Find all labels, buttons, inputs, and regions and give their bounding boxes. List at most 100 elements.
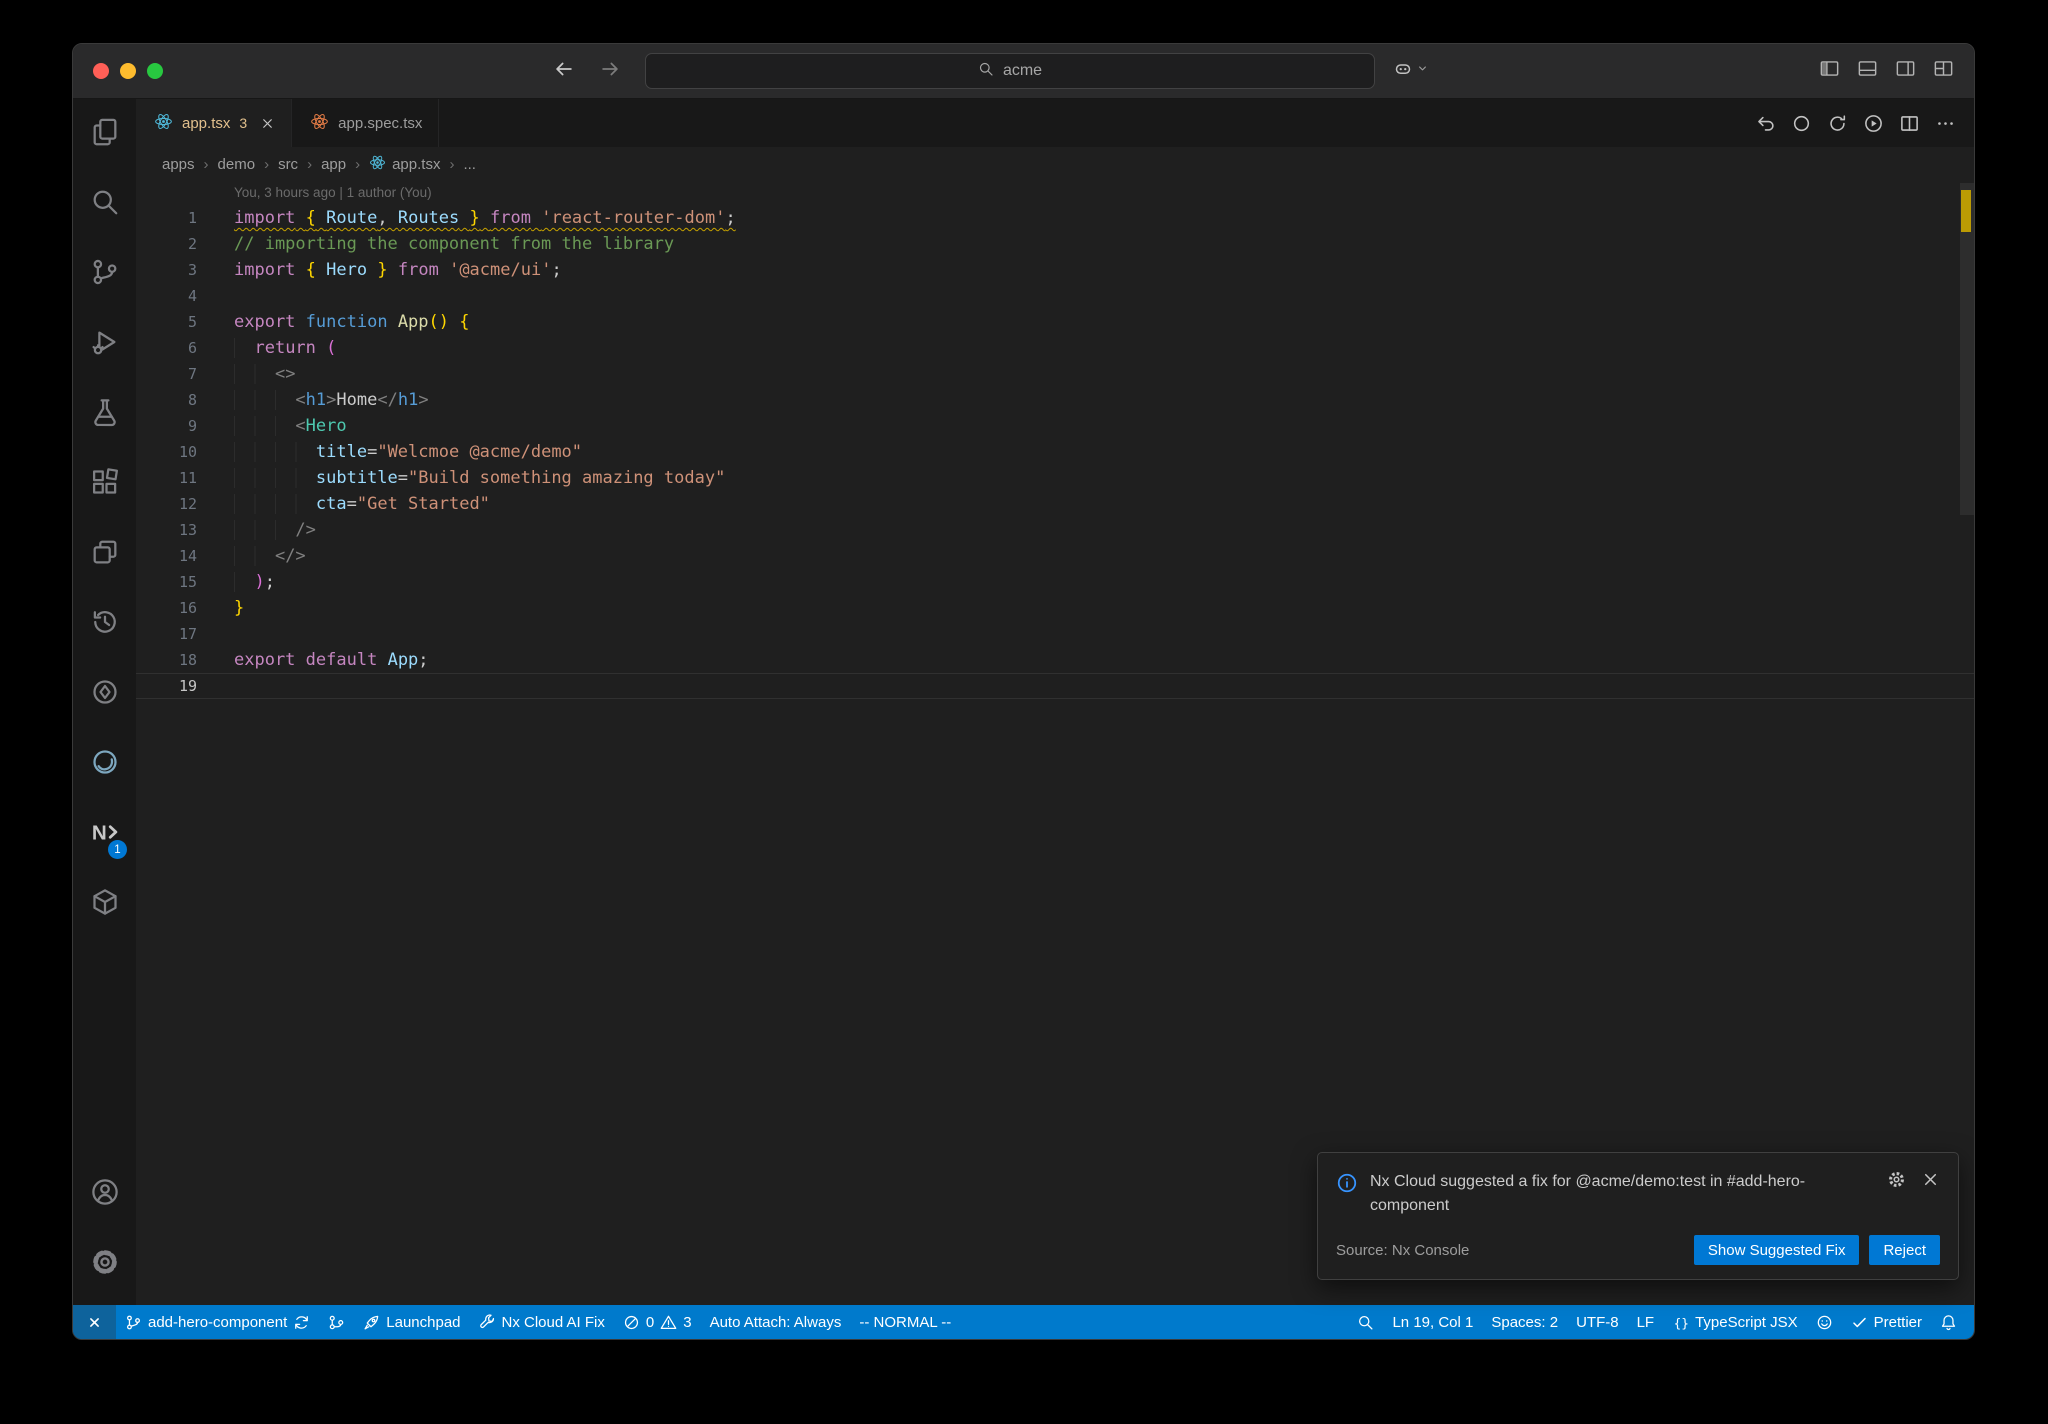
toggle-panel-icon[interactable]: [1857, 58, 1878, 84]
code-line-4[interactable]: 4: [136, 283, 1974, 309]
more-actions-icon[interactable]: [1935, 113, 1956, 134]
code-line-11[interactable]: 11 subtitle="Build something amazing tod…: [136, 465, 1974, 491]
toggle-sidebar-right-icon[interactable]: [1895, 58, 1916, 84]
line-number[interactable]: 8: [136, 387, 197, 413]
close-tab-icon[interactable]: [260, 116, 275, 131]
line-number[interactable]: 19: [136, 673, 197, 699]
activity-bar-package-explorer[interactable]: [73, 869, 136, 939]
line-number[interactable]: 9: [136, 413, 197, 439]
status-nx-cloud-ai-fix[interactable]: Nx Cloud AI Fix: [470, 1305, 614, 1339]
line-number[interactable]: 5: [136, 309, 197, 335]
status-eol[interactable]: LF: [1628, 1305, 1664, 1339]
code-line-14[interactable]: 14 </>: [136, 543, 1974, 569]
status-vim-mode[interactable]: -- NORMAL --: [850, 1305, 960, 1339]
status-feedback[interactable]: [1807, 1305, 1842, 1339]
activity-bar-extensions[interactable]: [73, 449, 136, 519]
breadcrumb-file[interactable]: app.tsx: [369, 154, 440, 175]
command-center-search[interactable]: acme: [645, 53, 1375, 89]
status-problems[interactable]: 03: [614, 1305, 701, 1339]
breadcrumb-symbol-tail[interactable]: ...: [463, 156, 476, 173]
line-number[interactable]: 10: [136, 439, 197, 465]
code-line-3[interactable]: 3 import { Hero } from '@acme/ui';: [136, 257, 1974, 283]
code-line-16[interactable]: 16}: [136, 595, 1974, 621]
activity-bar-settings[interactable]: [73, 1229, 136, 1299]
editor[interactable]: You, 3 hours ago | 1 author (You) 1 impor…: [136, 181, 1974, 1305]
line-number[interactable]: 11: [136, 465, 197, 491]
line-number[interactable]: 17: [136, 621, 197, 647]
circle-outline-icon[interactable]: [1791, 113, 1812, 134]
customize-layout-icon[interactable]: [1933, 58, 1954, 84]
activity-bar-edge-devtools[interactable]: [73, 729, 136, 799]
line-number[interactable]: 4: [136, 283, 197, 309]
tab-app.spec.tsx[interactable]: app.spec.tsx: [292, 99, 440, 147]
status-encoding[interactable]: UTF-8: [1567, 1305, 1628, 1339]
breadcrumb-item[interactable]: src: [278, 156, 298, 173]
code-line-9[interactable]: 9 <Hero: [136, 413, 1974, 439]
code-line-10[interactable]: 10 title="Welcmoe @acme/demo": [136, 439, 1974, 465]
line-number[interactable]: 16: [136, 595, 197, 621]
scrollbar-slider[interactable]: [1960, 183, 1974, 515]
split-editor-icon[interactable]: [1899, 113, 1920, 134]
rerun-icon[interactable]: [1827, 113, 1848, 134]
code-line-18[interactable]: 18 export default App;: [136, 647, 1974, 673]
zoom-window-button[interactable]: [147, 63, 163, 79]
status-git-branch[interactable]: add-hero-component: [116, 1305, 319, 1339]
navigate-back-icon[interactable]: [553, 58, 575, 85]
status-language-mode[interactable]: {} TypeScript JSX: [1663, 1305, 1807, 1339]
code-line-7[interactable]: 7 <>: [136, 361, 1974, 387]
line-number[interactable]: 6: [136, 335, 197, 361]
activity-bar-explorer[interactable]: [73, 99, 136, 169]
line-number[interactable]: 14: [136, 543, 197, 569]
status-cursor-position[interactable]: Ln 19, Col 1: [1383, 1305, 1482, 1339]
code-line-13[interactable]: 13 />: [136, 517, 1974, 543]
tab-app.tsx[interactable]: app.tsx 3: [136, 99, 293, 147]
activity-bar-search[interactable]: [73, 169, 136, 239]
minimize-window-button[interactable]: [120, 63, 136, 79]
activity-bar-history[interactable]: [73, 589, 136, 659]
code-line-2[interactable]: 2 // importing the component from the lib…: [136, 231, 1974, 257]
line-number[interactable]: 1: [136, 205, 197, 231]
status-auto-attach[interactable]: Auto Attach: Always: [701, 1305, 851, 1339]
line-number[interactable]: 13: [136, 517, 197, 543]
status-zoom[interactable]: [1348, 1305, 1383, 1339]
activity-bar-run-debug[interactable]: [73, 309, 136, 379]
line-number[interactable]: 2: [136, 231, 197, 257]
close-window-button[interactable]: [93, 63, 109, 79]
breadcrumb-item[interactable]: apps: [162, 156, 195, 173]
status-commit-graph[interactable]: [319, 1305, 354, 1339]
breadcrumb-item[interactable]: demo: [218, 156, 256, 173]
code-line-17[interactable]: 17: [136, 621, 1974, 647]
toggle-sidebar-left-icon[interactable]: [1819, 58, 1840, 84]
code-line-5[interactable]: 5 export function App() {: [136, 309, 1974, 335]
line-number[interactable]: 15: [136, 569, 197, 595]
line-number[interactable]: 18: [136, 647, 197, 673]
notification-close-icon[interactable]: [1921, 1170, 1940, 1189]
status-remote-indicator[interactable]: [73, 1305, 116, 1339]
show-suggested-fix-button[interactable]: Show Suggested Fix: [1693, 1235, 1860, 1265]
code-line-6[interactable]: 6 return (: [136, 335, 1974, 361]
activity-bar-accounts[interactable]: [73, 1159, 136, 1229]
navigate-forward-icon[interactable]: [599, 58, 621, 85]
activity-bar-source-control[interactable]: [73, 239, 136, 309]
code-line-12[interactable]: 12 cta="Get Started": [136, 491, 1974, 517]
notification-settings-gear-icon[interactable]: [1887, 1170, 1906, 1189]
status-launchpad[interactable]: Launchpad: [354, 1305, 469, 1339]
code-line-19[interactable]: 19: [136, 673, 1974, 699]
activity-bar-testing[interactable]: [73, 379, 136, 449]
code-line-8[interactable]: 8 <h1>Home</h1>: [136, 387, 1974, 413]
copilot-menu[interactable]: [1393, 59, 1429, 84]
activity-bar-nx-console[interactable]: N1: [73, 799, 136, 869]
status-prettier[interactable]: Prettier: [1842, 1305, 1931, 1339]
status-indentation[interactable]: Spaces: 2: [1482, 1305, 1567, 1339]
reject-button[interactable]: Reject: [1869, 1235, 1940, 1265]
discard-icon[interactable]: [1755, 113, 1776, 134]
activity-bar-remote-explorer[interactable]: [73, 519, 136, 589]
line-number[interactable]: 7: [136, 361, 197, 387]
breadcrumb-item[interactable]: app: [321, 156, 346, 173]
play-circle-icon[interactable]: [1863, 113, 1884, 134]
line-number[interactable]: 12: [136, 491, 197, 517]
code-line-1[interactable]: 1 import { Route, Routes } from 'react-ro…: [136, 205, 1974, 231]
line-number[interactable]: 3: [136, 257, 197, 283]
status-notifications-bell[interactable]: [1931, 1305, 1966, 1339]
activity-bar-gitlens[interactable]: [73, 659, 136, 729]
